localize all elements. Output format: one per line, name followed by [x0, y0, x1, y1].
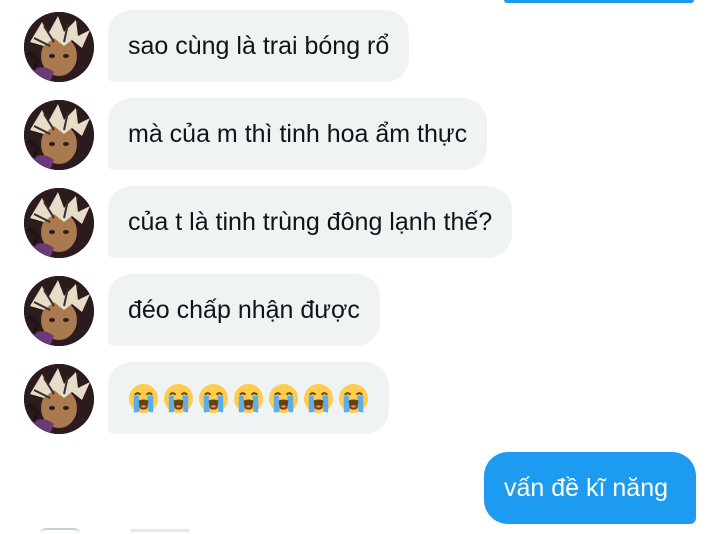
- loudly-crying-face-icon: [268, 383, 299, 413]
- avatar[interactable]: [24, 12, 94, 82]
- message-text: sao cùng là trai bóng rổ: [128, 32, 390, 60]
- loudly-crying-face-icon: [163, 383, 194, 413]
- avatar[interactable]: [24, 188, 94, 258]
- loudly-crying-face-icon: [128, 383, 159, 413]
- message-text: đéo chấp nhận được: [128, 296, 360, 324]
- message-bubble[interactable]: của t là tinh trùng đông lạnh thế?: [108, 186, 513, 258]
- avatar-icon: [24, 100, 94, 170]
- message-row: sao cùng là trai bóng rổ: [0, 10, 720, 84]
- message-bubble[interactable]: sao cùng là trai bóng rổ: [108, 10, 410, 82]
- message-row: của t là tinh trùng đông lạnh thế?: [0, 186, 720, 260]
- avatar-icon: [24, 364, 94, 434]
- message-bubble[interactable]: [108, 362, 389, 434]
- message-text: của t là tinh trùng đông lạnh thế?: [128, 208, 493, 236]
- message-row: đéo chấp nhận được: [0, 274, 720, 348]
- previous-message-edge: [504, 0, 694, 3]
- loudly-crying-face-icon: [338, 383, 369, 413]
- emoji-row: [128, 362, 369, 434]
- avatar[interactable]: [24, 100, 94, 170]
- message-bubble[interactable]: mà của m thì tinh hoa ẩm thực: [108, 98, 488, 170]
- loudly-crying-face-icon: [303, 383, 334, 413]
- next-avatar-edge: [40, 528, 80, 534]
- message-row: mà của m thì tinh hoa ẩm thực: [0, 98, 720, 172]
- avatar[interactable]: [24, 276, 94, 346]
- message-row: [0, 362, 720, 436]
- message-text: vấn đề kĩ năng: [503, 474, 668, 502]
- avatar[interactable]: [24, 364, 94, 434]
- loudly-crying-face-icon: [233, 383, 264, 413]
- avatar-icon: [24, 276, 94, 346]
- avatar-icon: [24, 188, 94, 258]
- loudly-crying-face-icon: [198, 383, 229, 413]
- message-bubble[interactable]: đéo chấp nhận được: [108, 274, 380, 346]
- message-text: mà của m thì tinh hoa ẩm thực: [128, 120, 468, 148]
- outgoing-message-bubble[interactable]: vấn đề kĩ năng: [483, 452, 696, 524]
- avatar-icon: [24, 12, 94, 82]
